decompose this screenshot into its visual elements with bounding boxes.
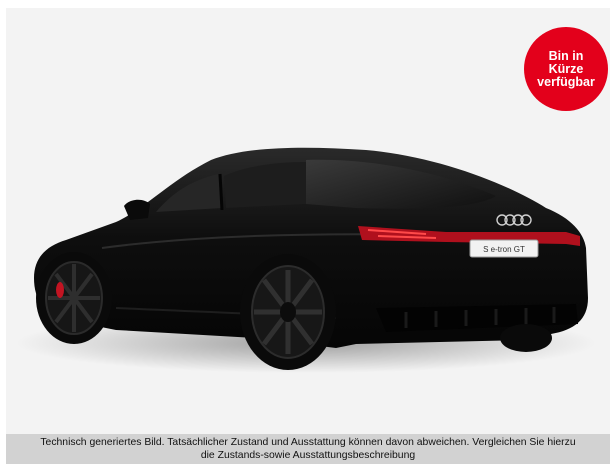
disclaimer-line-2: die Zustands-sowie Ausstattungsbeschreib… (200, 449, 416, 461)
image-disclaimer: Technisch generiertes Bild. Tatsächliche… (6, 434, 610, 464)
availability-badge-text: Bin in Kürze verfügbar (537, 48, 595, 89)
availability-badge: Bin in Kürze verfügbar (524, 27, 608, 111)
rear-wheel (240, 254, 336, 370)
front-wheel (36, 252, 112, 344)
vehicle-image-area: S e-tron GT (6, 8, 610, 434)
vehicle-image: S e-tron GT (16, 147, 596, 373)
license-plate-text: S e-tron GT (483, 245, 525, 254)
far-rear-wheel (500, 324, 552, 352)
disclaimer-line-1: Technisch generiertes Bild. Tatsächliche… (40, 437, 576, 448)
